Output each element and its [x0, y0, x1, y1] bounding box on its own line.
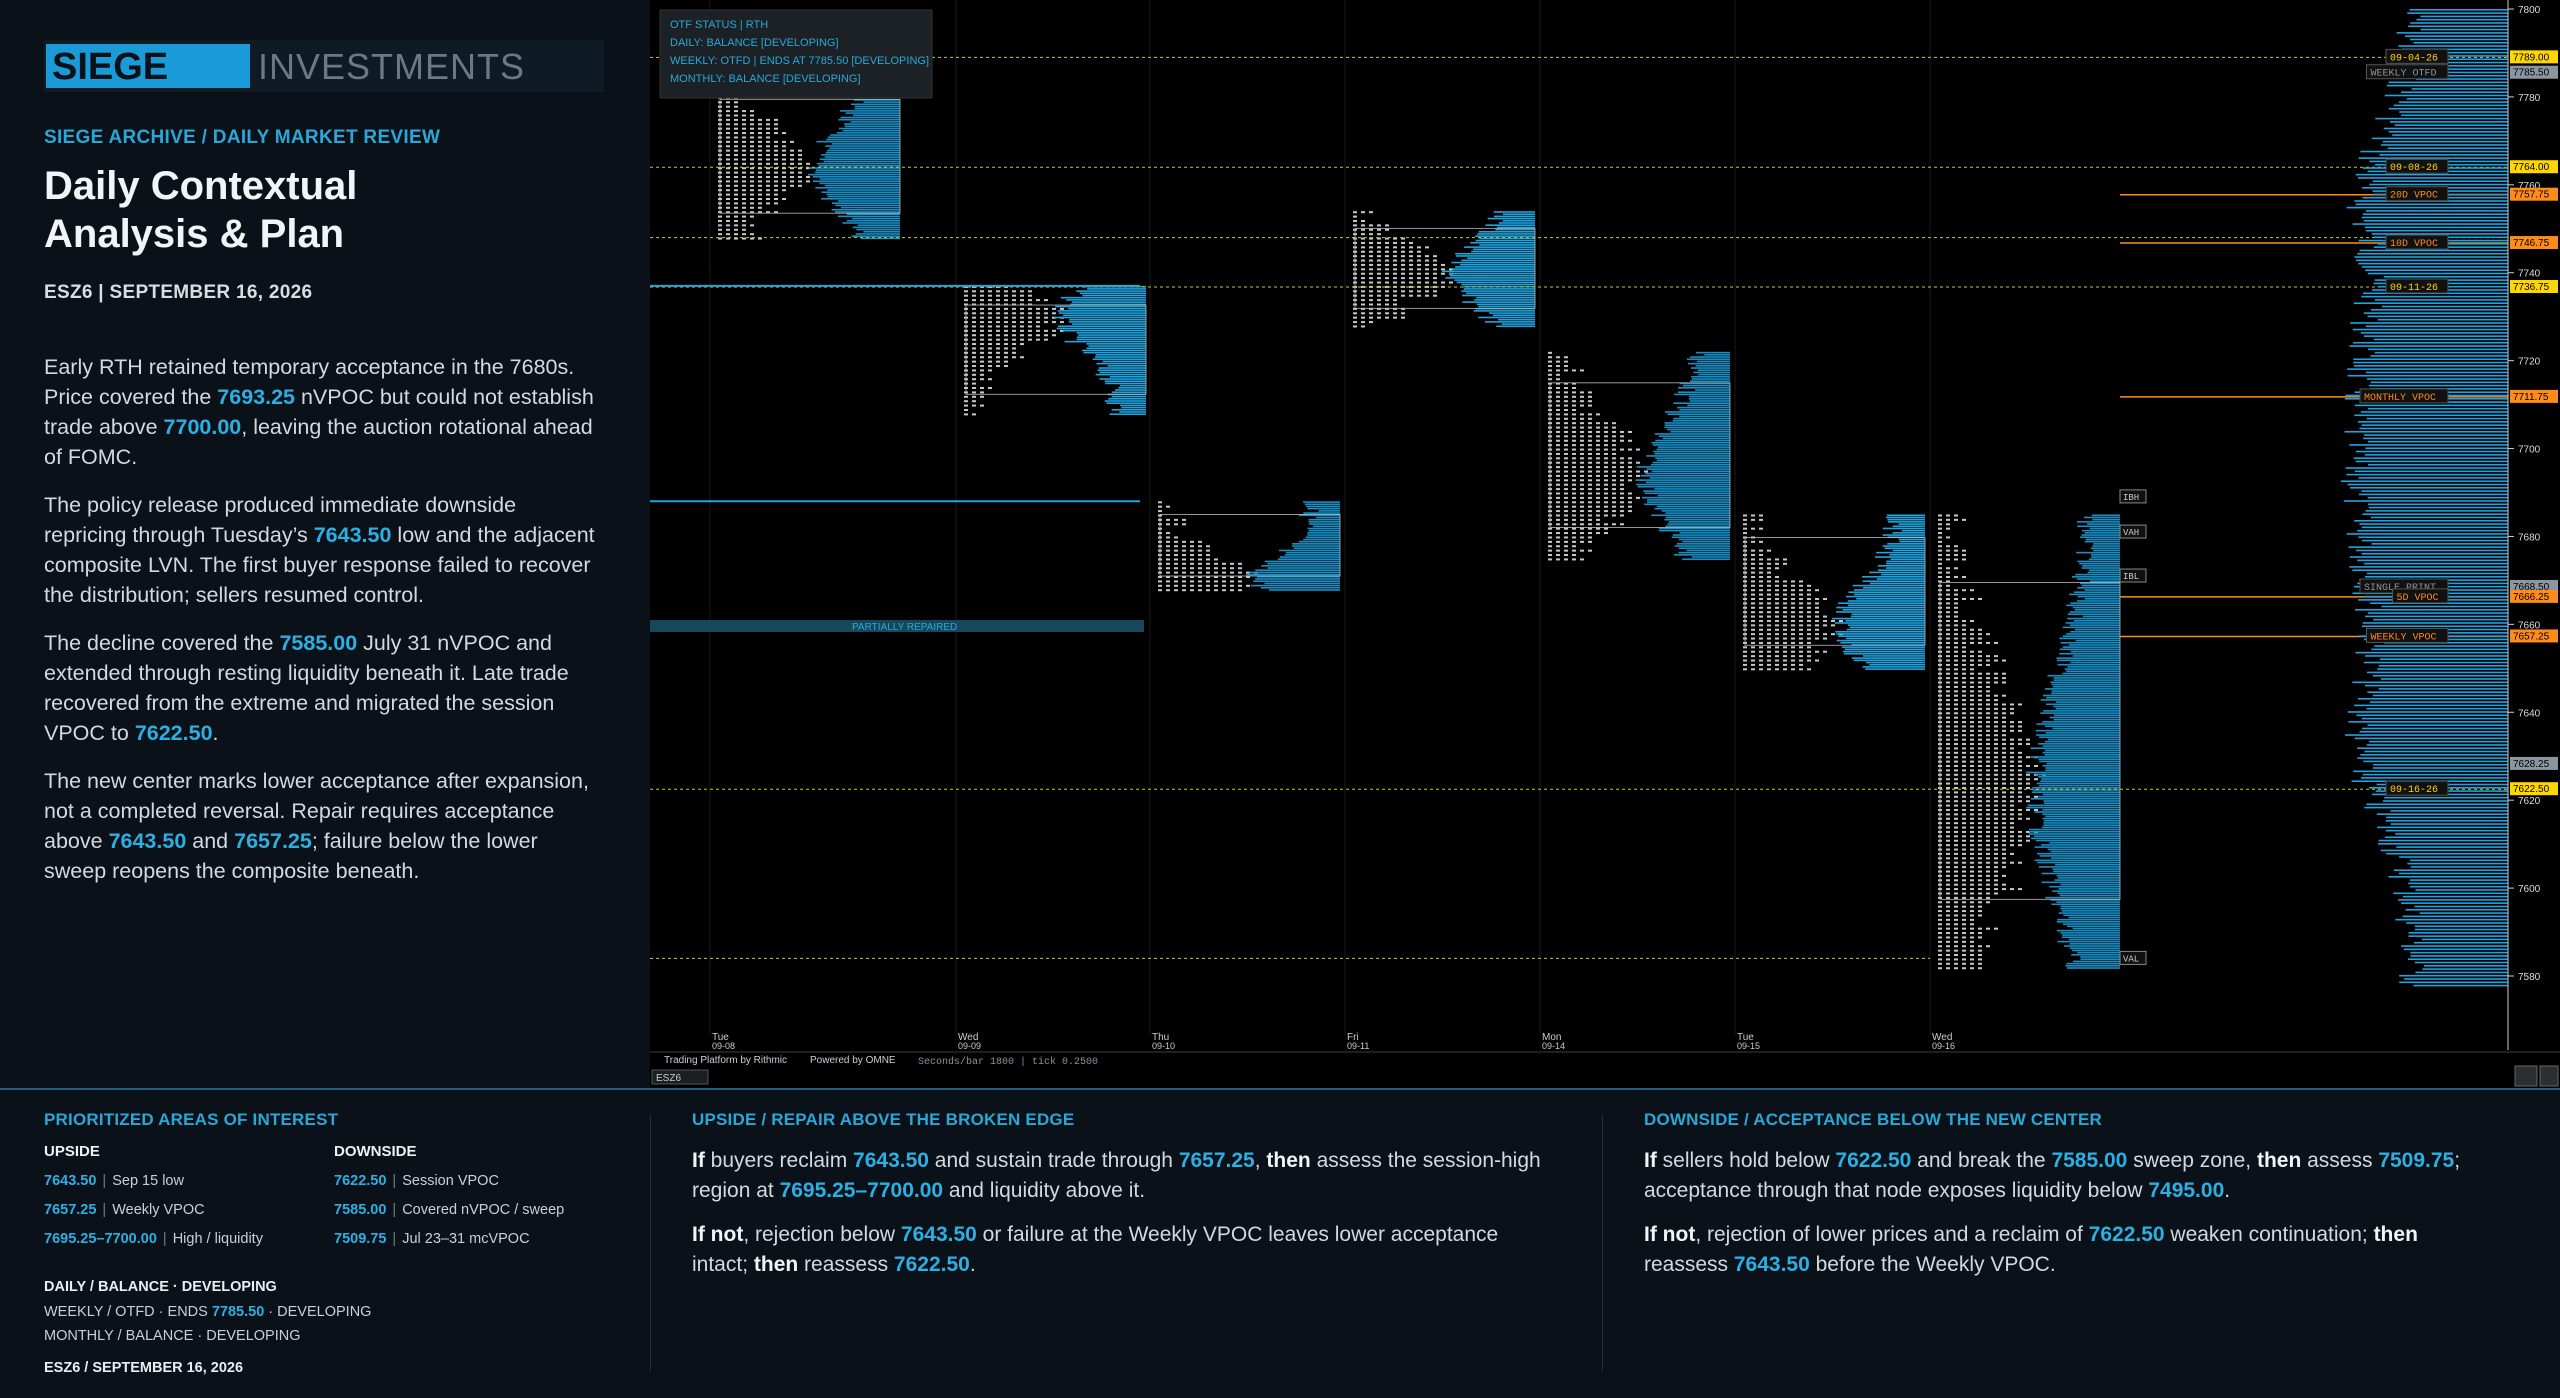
otf-line-1: OTF STATUS | RTH [670, 19, 768, 31]
date-label: 09-14 [1542, 1041, 1565, 1051]
upside-plan-title: UPSIDE / REPAIR ABOVE THE BROKEN EDGE [692, 1110, 1075, 1129]
breadcrumb: SIEGE ARCHIVE / DAILY MARKET REVIEW [44, 127, 441, 148]
partially-repaired-label: PARTIALLY REPAIRED [852, 622, 957, 633]
downside-plan-title: DOWNSIDE / ACCEPTANCE BELOW THE NEW CENT… [1644, 1110, 2102, 1129]
downside-row: 7622.50 | Session VPOC [334, 1173, 499, 1189]
price-tag-text: 7746.75 [2513, 238, 2550, 249]
divider-2 [1602, 1115, 1603, 1370]
y-tick-label: 7700 [2518, 445, 2541, 456]
paragraph-3: The decline covered the 7585.00 July 31 … [44, 631, 569, 745]
level-tag-text: 09-04-26 [2390, 53, 2438, 64]
paragraph-2: The policy release produced immediate do… [44, 493, 595, 607]
y-tick-label: 7600 [2518, 884, 2541, 895]
symbol-label: ESZ6 [656, 1073, 681, 1084]
price-tag-text: 7785.50 [2513, 68, 2550, 79]
status-daily: DAILY / BALANCE · DEVELOPING [44, 1279, 277, 1295]
date-label: 09-11 [1347, 1041, 1369, 1051]
downside-plan-p2: If not, rejection of lower prices and a … [1644, 1223, 2418, 1276]
level-tag-text: WEEKLY VPOC [2371, 632, 2437, 643]
y-tick-label: 7720 [2518, 357, 2541, 368]
paragraph-1: Early RTH retained temporary acceptance … [44, 355, 594, 469]
status-footer: ESZ6 / SEPTEMBER 16, 2026 [44, 1360, 244, 1376]
y-tick-label: 7800 [2518, 5, 2541, 16]
ib-tag-text: IBH [2123, 493, 2139, 503]
downside-row: 7509.75 | Jul 23–31 mcVPOC [334, 1231, 530, 1247]
ticker-date: ESZ6 | SEPTEMBER 16, 2026 [44, 282, 313, 303]
downside-row: 7585.00 | Covered nVPOC / sweep [334, 1202, 565, 1218]
price-tag-text: 7789.00 [2513, 52, 2550, 63]
ib-tag-text: VAH [2123, 528, 2139, 538]
date-label: 09-10 [1152, 1041, 1175, 1051]
status-monthly: MONTHLY / BALANCE · DEVELOPING [44, 1328, 301, 1344]
level-tag-text: 09-08-26 [2390, 163, 2438, 174]
level-tag-text: 09-16-26 [2390, 785, 2438, 796]
upside-row: 7657.25 | Weekly VPOC [44, 1202, 205, 1218]
date-label: 09-08 [712, 1041, 735, 1051]
aoi-title: PRIORITIZED AREAS OF INTEREST [44, 1110, 339, 1129]
price-tag-text: 7628.25 [2513, 759, 2550, 770]
level-tag-text: 09-11-26 [2390, 283, 2438, 294]
upside-header: UPSIDE [44, 1143, 100, 1160]
market-profile-chart[interactable]: 7800 7780 7760 7740 7720 7700 7680 7660 7640 7620… [650, 0, 2560, 1088]
paragraph-4: The new center marks lower acceptance af… [44, 769, 589, 883]
date-label: 09-15 [1737, 1041, 1760, 1051]
price-tag-text: 7764.00 [2513, 162, 2550, 173]
level-tag-text: 5D VPOC [2397, 593, 2439, 604]
page-title: Daily Contextual Analysis & Plan [44, 162, 604, 258]
siege-logo: SIEGE INVESTMENTS [44, 40, 604, 92]
upside-row: 7643.50 | Sep 15 low [44, 1173, 184, 1189]
upside-plan-p1: If buyers reclaim 7643.50 and sustain tr… [692, 1149, 1541, 1202]
downside-plan-p1: If sellers hold below 7622.50 and break … [1644, 1149, 2461, 1202]
bars-label: Seconds/bar 1800 | tick 0.2500 [918, 1056, 1098, 1068]
logo-right-text: INVESTMENTS [258, 46, 525, 87]
y-tick-label: 7780 [2518, 93, 2541, 104]
title-line-2: Analysis & Plan [44, 212, 345, 256]
level-tag-text: MONTHLY VPOC [2364, 393, 2436, 404]
otf-line-2: DAILY: BALANCE [DEVELOPING] [670, 37, 839, 49]
date-label: 09-16 [1932, 1041, 1955, 1051]
chart-canvas[interactable]: 7800778077607740772077007680766076407620… [650, 0, 2560, 1088]
otf-line-3: WEEKLY: OTFD | ENDS AT 7785.50 [DEVELOPI… [670, 55, 929, 67]
price-tag-text: 7657.25 [2513, 631, 2550, 642]
otf-line-4: MONTHLY: BALANCE [DEVELOPING] [670, 73, 861, 85]
bottom-panel: PRIORITIZED AREAS OF INTEREST UPSIDE DOW… [0, 1088, 2560, 1398]
y-tick-label: 7680 [2518, 532, 2541, 543]
title-line-1: Daily Contextual [44, 164, 358, 208]
scroll-button[interactable] [2539, 1065, 2559, 1087]
status-weekly: WEEKLY / OTFD · ENDS 7785.50 · DEVELOPIN… [44, 1304, 372, 1320]
level-tag-text: WEEKLY OTFD [2371, 69, 2437, 80]
upside-plan-p2: If not, rejection below 7643.50 or failu… [692, 1223, 1499, 1276]
ib-tag-text: IBL [2123, 572, 2139, 582]
left-panel: SIEGE INVESTMENTS SIEGE ARCHIVE / DAILY … [0, 0, 650, 1088]
y-tick-label: 7740 [2518, 269, 2541, 280]
upside-plan: If buyers reclaim 7643.50 and sustain tr… [692, 1146, 1542, 1294]
ib-tag-text: VAL [2123, 954, 2139, 964]
price-tag-text: 7711.75 [2513, 392, 2549, 403]
platform-label: Trading Platform by Rithmic [664, 1055, 787, 1066]
downside-plan: If sellers hold below 7622.50 and break … [1644, 1146, 2494, 1294]
divider-1 [650, 1115, 651, 1370]
powered-label: Powered by OMNE [810, 1055, 896, 1066]
level-tag-text: 20D VPOC [2390, 191, 2438, 202]
level-tag-text: 10D VPOC [2390, 239, 2438, 250]
analysis-body: Early RTH retained temporary acceptance … [44, 352, 604, 904]
upside-row: 7695.25–7700.00 | High / liquidity [44, 1231, 263, 1247]
downside-header: DOWNSIDE [334, 1143, 417, 1160]
price-tag-text: 7757.75 [2513, 190, 2550, 201]
date-label: 09-09 [958, 1041, 981, 1051]
y-tick-label: 7620 [2518, 796, 2541, 807]
y-tick-label: 7580 [2518, 972, 2541, 983]
y-tick-label: 7640 [2518, 708, 2541, 719]
price-tag-text: 7736.75 [2513, 282, 2550, 293]
logo-left-text: SIEGE [52, 46, 168, 88]
zoom-button[interactable] [2514, 1065, 2538, 1087]
price-tag-text: 7622.50 [2513, 784, 2550, 795]
price-tag-text: 7666.25 [2513, 592, 2550, 603]
